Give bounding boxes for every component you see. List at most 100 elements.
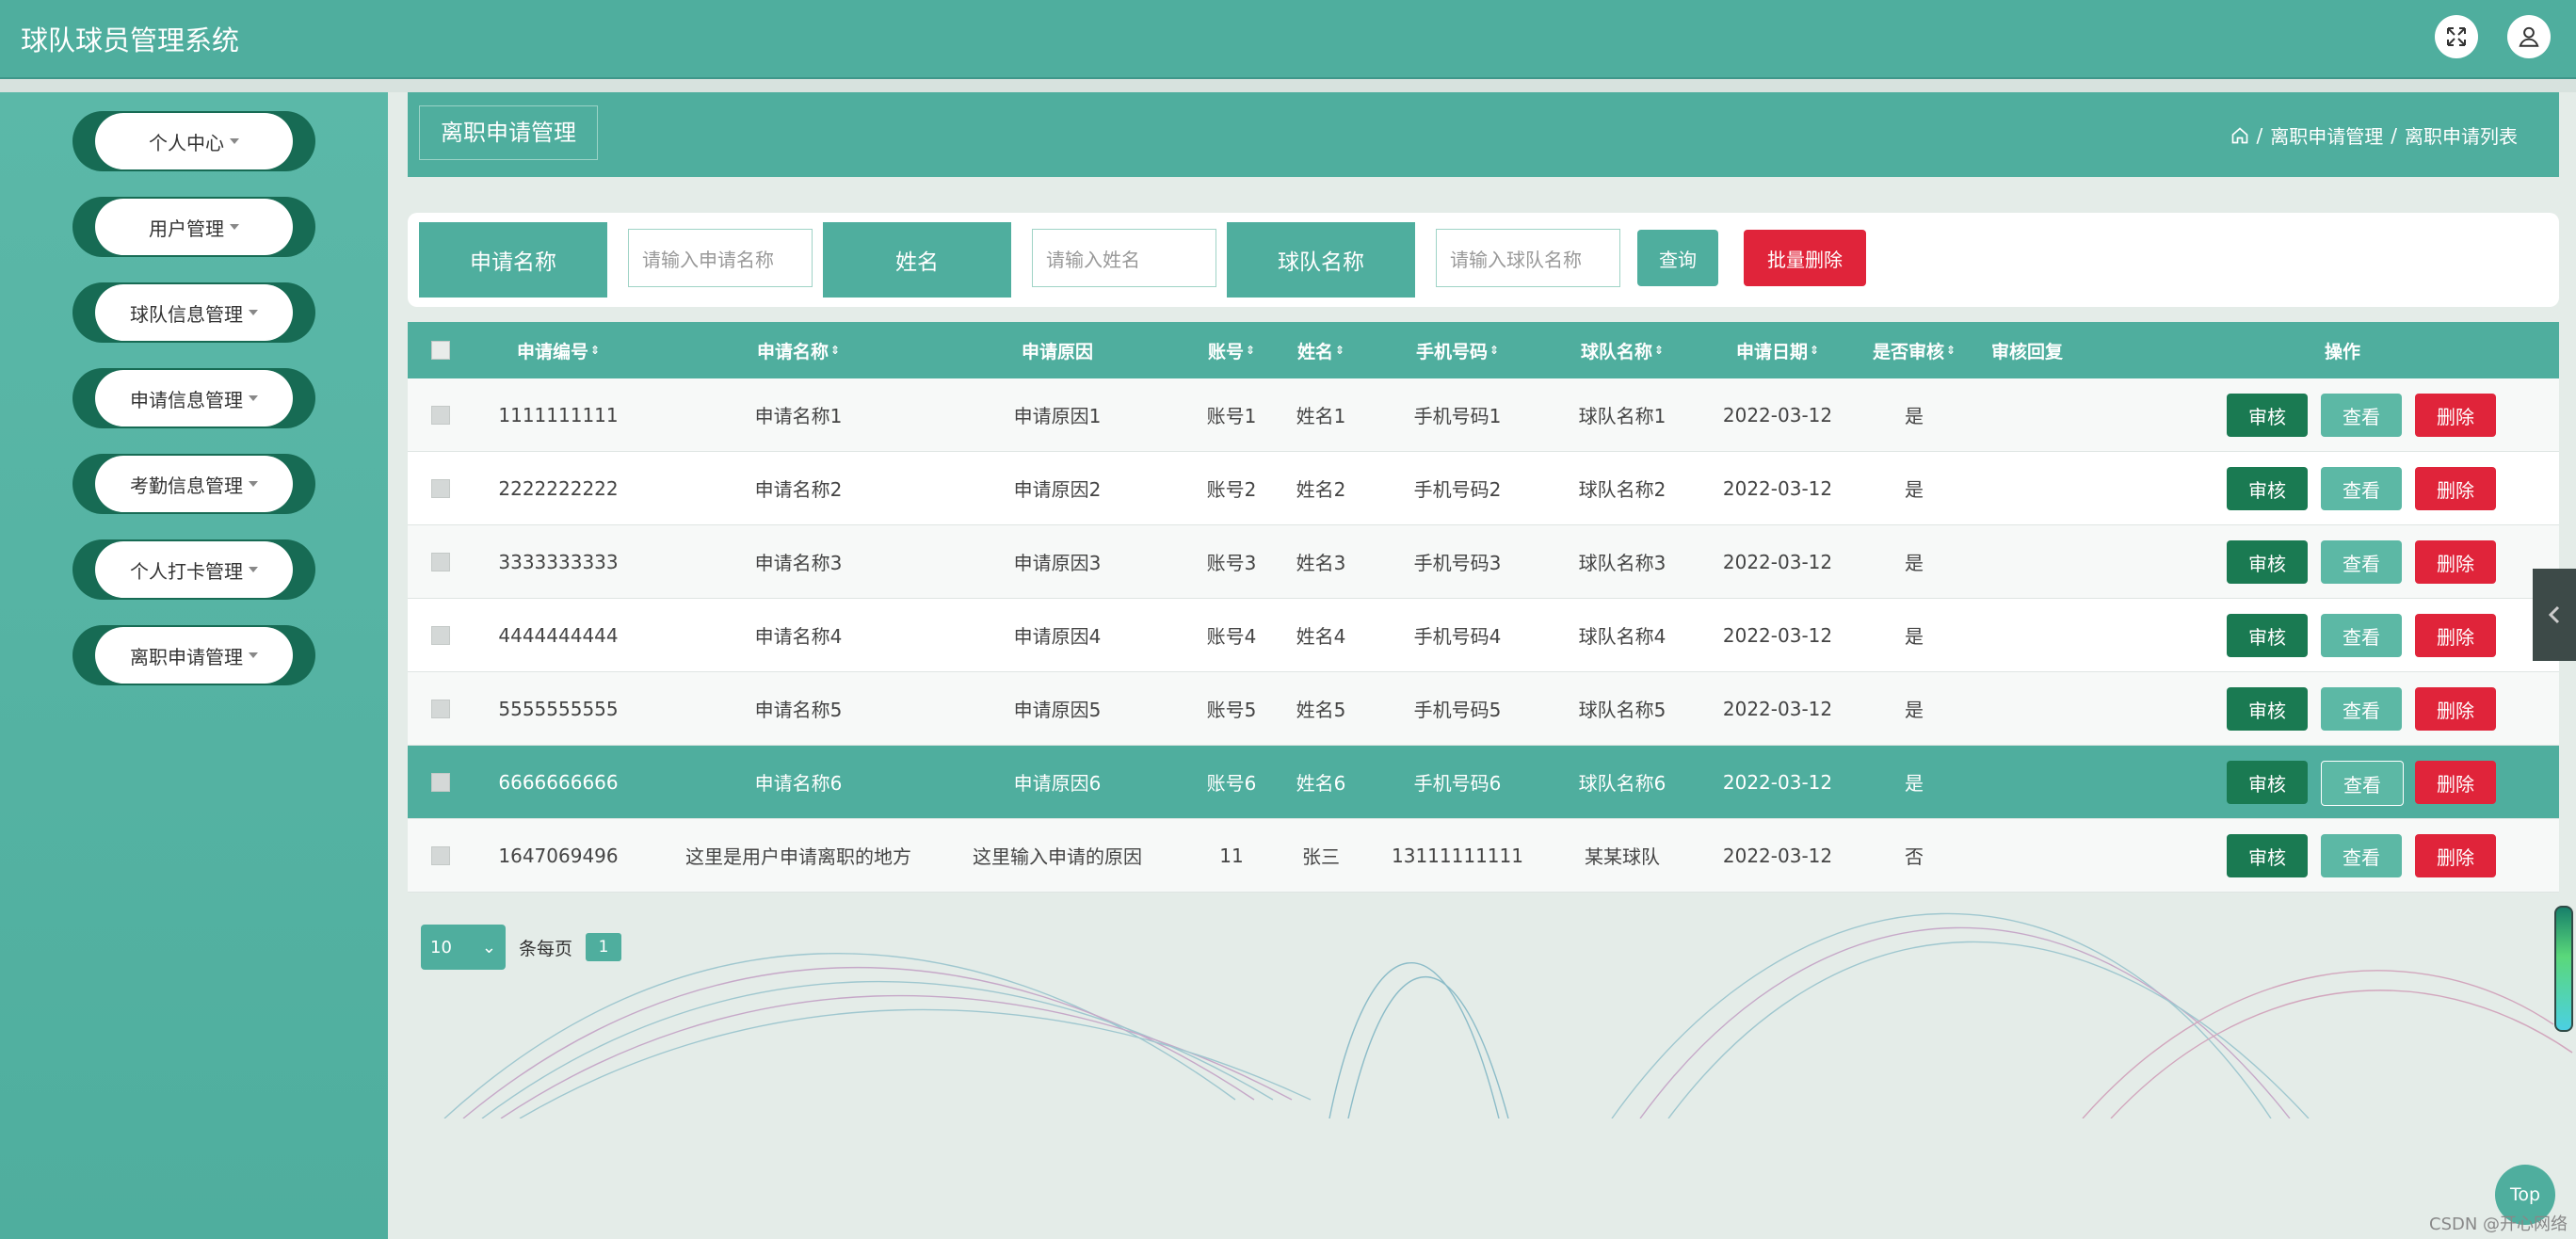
column-header-sortable[interactable]: 账号 ⇕ — [1199, 322, 1264, 378]
column-header-sortable[interactable]: 是否审核 ⇕ — [1858, 322, 1971, 378]
page-size-select[interactable]: 10 ⌄ — [421, 925, 506, 970]
row-checkbox[interactable] — [431, 625, 450, 645]
table-row[interactable]: 3333333333 申请名称3 申请原因3 账号3 姓名3 手机号码3 球队名称3 2022… — [408, 525, 2559, 599]
sidebar-item-user-management[interactable]: 用户管理 — [72, 197, 315, 257]
fullscreen-button[interactable] — [2435, 15, 2478, 58]
cell-application-name: 申请名称2 — [754, 478, 843, 501]
audit-button[interactable]: 审核 — [2227, 834, 2308, 877]
cell-phone: 手机号码5 — [1413, 699, 1502, 721]
cell-name: 姓名4 — [1296, 625, 1346, 648]
sort-icon: ⇕ — [1334, 344, 1345, 357]
sort-icon: ⇕ — [589, 344, 601, 357]
home-icon[interactable] — [2230, 126, 2249, 145]
audit-button[interactable]: 审核 — [2227, 614, 2308, 657]
audit-button[interactable]: 审核 — [2227, 687, 2308, 731]
sidebar-item-resignation[interactable]: 离职申请管理 — [72, 625, 315, 685]
view-button[interactable]: 查看 — [2321, 467, 2402, 510]
cell-team: 球队名称3 — [1578, 552, 1666, 574]
sidebar-item-label: 申请信息管理 — [130, 388, 243, 411]
sidebar-item-personal-center[interactable]: 个人中心 — [72, 111, 315, 171]
sort-icon: ⇕ — [1945, 344, 1956, 357]
cell-application-name: 申请名称6 — [754, 772, 843, 795]
delete-button[interactable]: 删除 — [2415, 467, 2496, 510]
table-row[interactable]: 1111111111 申请名称1 申请原因1 账号1 姓名1 手机号码1 球队名称1 2022… — [408, 378, 2559, 452]
table-row[interactable]: 6666666666 申请名称6 申请原因6 账号6 姓名6 手机号码6 球队名称6 2022… — [408, 746, 2559, 819]
cell-reply — [1971, 525, 2084, 598]
delete-button[interactable]: 删除 — [2415, 394, 2496, 437]
cell-name: 姓名2 — [1296, 478, 1346, 501]
cell-account: 账号5 — [1206, 699, 1257, 721]
sidebar-item-label: 考勤信息管理 — [130, 474, 243, 497]
cell-account: 账号2 — [1206, 478, 1257, 501]
table-header: 申请编号 ⇕ 申请名称 ⇕ 申请原因 账号 ⇕ 姓名 ⇕ 手机号码 ⇕ 球队名称 ⇕ 申请日… — [408, 322, 2559, 378]
column-header-sortable[interactable]: 申请日期 ⇕ — [1707, 322, 1848, 378]
search-label-application-name: 申请名称 — [419, 222, 607, 298]
application-name-input[interactable]: 请输入申请名称 — [628, 229, 813, 287]
view-button[interactable]: 查看 — [2321, 687, 2402, 731]
select-all-checkbox[interactable] — [431, 341, 450, 360]
batch-delete-button[interactable]: 批量删除 — [1744, 230, 1866, 286]
caret-down-icon — [249, 567, 258, 572]
cell-reviewed: 是 — [1905, 552, 1924, 574]
cell-application-name: 申请名称5 — [754, 699, 843, 721]
cell-application-name: 申请名称3 — [754, 552, 843, 574]
data-table: 申请编号 ⇕ 申请名称 ⇕ 申请原因 账号 ⇕ 姓名 ⇕ 手机号码 ⇕ 球队名称 ⇕ 申请日… — [408, 322, 2559, 893]
breadcrumb-item[interactable]: 离职申请管理 — [2270, 121, 2383, 149]
table-row[interactable]: 4444444444 申请名称4 申请原因4 账号4 姓名4 手机号码4 球队名称4 2022… — [408, 599, 2559, 672]
name-input[interactable]: 请输入姓名 — [1032, 229, 1216, 287]
sidebar-item-checkin[interactable]: 个人打卡管理 — [72, 539, 315, 600]
sidebar-item-attendance[interactable]: 考勤信息管理 — [72, 454, 315, 514]
row-checkbox[interactable] — [431, 405, 450, 425]
view-button[interactable]: 查看 — [2321, 614, 2402, 657]
sidebar-item-label: 个人打卡管理 — [130, 559, 243, 583]
view-button[interactable]: 查看 — [2321, 394, 2402, 437]
view-button[interactable]: 查看 — [2321, 761, 2404, 806]
cell-name: 张三 — [1302, 845, 1340, 868]
cell-application-id: 2222222222 — [498, 476, 619, 500]
cell-date: 2022-03-12 — [1722, 403, 1833, 426]
sidebar-item-team-info[interactable]: 球队信息管理 — [72, 282, 315, 343]
audit-button[interactable]: 审核 — [2227, 467, 2308, 510]
query-button[interactable]: 查询 — [1637, 230, 1718, 286]
audit-button[interactable]: 审核 — [2227, 394, 2308, 437]
column-header-sortable[interactable]: 手机号码 ⇕ — [1387, 322, 1528, 378]
cell-date: 2022-03-12 — [1722, 623, 1833, 647]
caret-down-icon — [249, 310, 258, 315]
column-header-sortable[interactable]: 申请编号 ⇕ — [502, 322, 615, 378]
cell-date: 2022-03-12 — [1722, 697, 1833, 720]
row-checkbox[interactable] — [431, 772, 450, 792]
sidebar-item-label: 个人中心 — [149, 131, 224, 154]
side-panel-toggle[interactable] — [2533, 569, 2576, 661]
column-header: 操作 — [2324, 341, 2360, 362]
delete-button[interactable]: 删除 — [2415, 687, 2496, 731]
caret-down-icon — [249, 395, 258, 401]
delete-button[interactable]: 删除 — [2415, 614, 2496, 657]
column-header-sortable[interactable]: 球队名称 ⇕ — [1552, 322, 1693, 378]
delete-button[interactable]: 删除 — [2415, 834, 2496, 877]
scroll-gauge[interactable] — [2554, 906, 2573, 1032]
audit-button[interactable]: 审核 — [2227, 540, 2308, 584]
row-checkbox[interactable] — [431, 845, 450, 865]
user-button[interactable] — [2507, 15, 2551, 58]
delete-button[interactable]: 删除 — [2415, 761, 2496, 804]
column-header-sortable[interactable]: 姓名 ⇕ — [1283, 322, 1359, 378]
page-number-current[interactable]: 1 — [586, 933, 622, 961]
view-button[interactable]: 查看 — [2321, 540, 2402, 584]
view-button[interactable]: 查看 — [2321, 834, 2402, 877]
row-checkbox[interactable] — [431, 478, 450, 498]
table-row[interactable]: 5555555555 申请名称5 申请原因5 账号5 姓名5 手机号码5 球队名称5 2022… — [408, 672, 2559, 746]
cell-application-id: 1647069496 — [498, 844, 619, 867]
sort-icon: ⇕ — [1245, 344, 1256, 357]
cell-date: 2022-03-12 — [1722, 770, 1833, 794]
cell-reason: 申请原因2 — [1013, 478, 1102, 501]
audit-button[interactable]: 审核 — [2227, 761, 2308, 804]
table-row[interactable]: 2222222222 申请名称2 申请原因2 账号2 姓名2 手机号码2 球队名称2 2022… — [408, 452, 2559, 525]
row-checkbox[interactable] — [431, 552, 450, 571]
column-header-sortable[interactable]: 申请名称 ⇕ — [709, 322, 888, 378]
row-checkbox[interactable] — [431, 699, 450, 718]
sidebar-item-application-info[interactable]: 申请信息管理 — [72, 368, 315, 428]
cell-account: 11 — [1219, 844, 1244, 867]
team-name-input[interactable]: 请输入球队名称 — [1436, 229, 1620, 287]
delete-button[interactable]: 删除 — [2415, 540, 2496, 584]
table-row[interactable]: 1647069496 这里是用户申请离职的地方 这里输入申请的原因 11 张三 13111… — [408, 819, 2559, 893]
